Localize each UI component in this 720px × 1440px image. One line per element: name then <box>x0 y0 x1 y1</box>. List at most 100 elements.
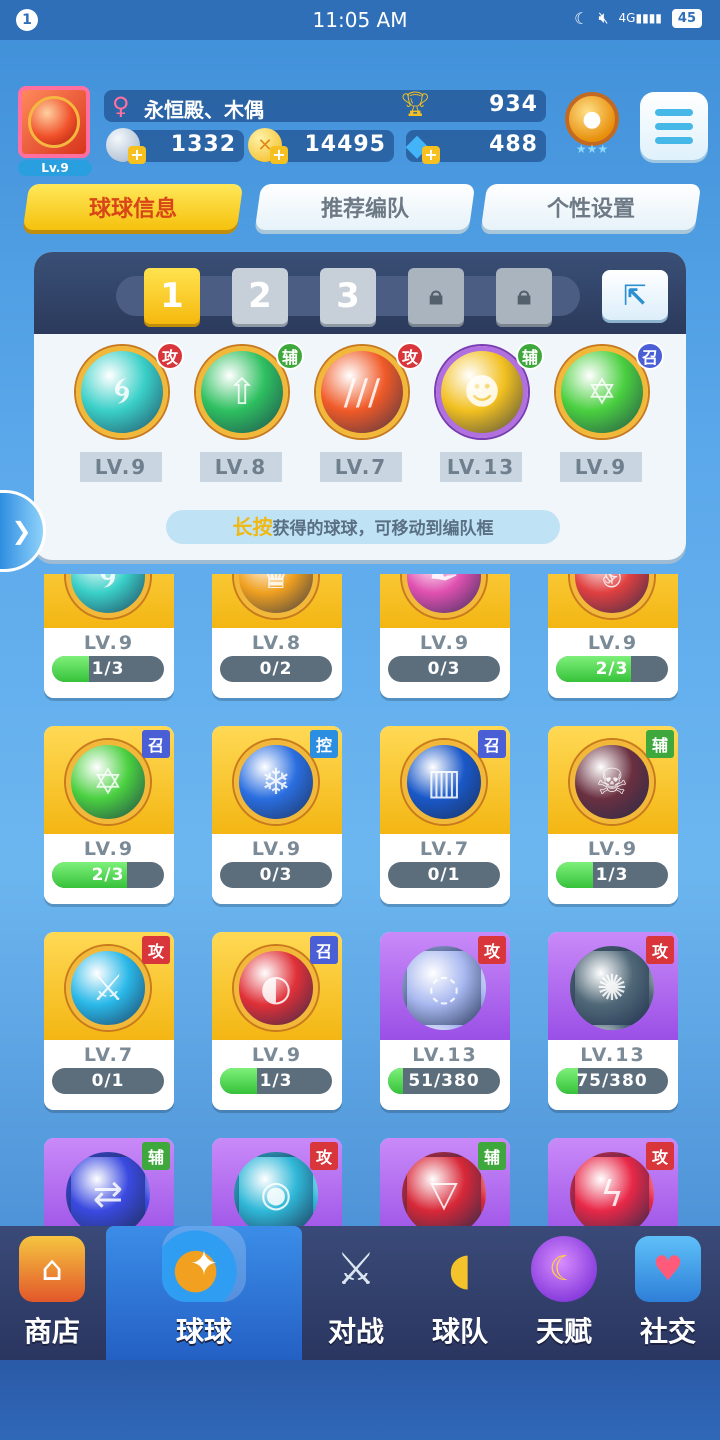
ball-card[interactable]: 🌀︎ LV.9 1/3 <box>44 574 174 698</box>
star-emblem-icon: ✡ <box>556 346 648 438</box>
progress-text: 1/3 <box>595 865 629 885</box>
ball-level: LV.9 <box>419 632 471 654</box>
attack-tag: 攻 <box>646 936 674 964</box>
star-emblem-icon: ✡ <box>66 740 150 824</box>
attack-tag: 攻 <box>156 342 184 370</box>
progress-text: 1/3 <box>259 1071 293 1091</box>
ball-level: LV.8 <box>251 632 303 654</box>
hint-highlight: 长按 <box>232 515 273 539</box>
team-ball-5[interactable]: ✡ 召 LV.9 <box>552 342 664 492</box>
team-slot-3[interactable]: 3 <box>320 268 376 324</box>
ball-card[interactable]: ◐ 召 LV.9 1/3 <box>212 932 342 1110</box>
add-gem-button[interactable]: + <box>422 146 440 164</box>
nav-social[interactable]: ♥ 社交 <box>616 1226 720 1360</box>
tab-label: 球球信息 <box>88 197 177 222</box>
progress-text: 2/3 <box>595 659 629 679</box>
silver-coin-counter[interactable]: + 1332 <box>106 128 244 164</box>
player-avatar[interactable] <box>18 86 90 158</box>
feather-icon: ✒ <box>402 574 486 618</box>
progress-text: 1/3 <box>91 659 125 679</box>
ball-card[interactable]: ♛ LV.8 0/2 <box>212 574 342 698</box>
team-ball-2[interactable]: ⇧ 辅 LV.8 <box>192 342 304 492</box>
ball-card[interactable]: ☠ 辅 LV.9 1/3 <box>548 726 678 904</box>
side-drawer-icon: ❯ <box>11 517 32 545</box>
ball-card[interactable]: ✒ LV.9 0/3 <box>380 574 510 698</box>
rank-medal[interactable]: ● ★★★ <box>560 92 624 162</box>
ball-card[interactable]: ⇄ 辅 <box>44 1138 174 1226</box>
player-name: 永恒殿、木偶 <box>144 98 264 122</box>
progress-text: 0/1 <box>91 1071 125 1091</box>
ball-card[interactable]: ◉ 攻 <box>212 1138 342 1226</box>
ball-card[interactable]: ✺ 攻 LV.13 75/380 <box>548 932 678 1110</box>
upgrade-progress-bar: 1/3 <box>556 862 668 888</box>
attack-tag: 攻 <box>646 1142 674 1170</box>
nav-team[interactable]: ◖ 球队 <box>408 1226 512 1360</box>
tab-recommended-team[interactable]: 推荐编队 <box>254 184 476 230</box>
moon-icon: ☾ <box>574 8 589 28</box>
nav-label: 社交 <box>639 1315 696 1348</box>
progress-text: 51/380 <box>408 1071 480 1091</box>
card-header: ✊︎ <box>548 574 678 628</box>
ball-level: LV.13 <box>440 452 522 482</box>
bottom-navigation: ⌂ 商店 ✦ 球球 ⚔ 对战 ◖ 球队 ☾ 天赋 ♥ 社交 <box>0 1226 720 1360</box>
ball-card[interactable]: ✡ 召 LV.9 2/3 <box>44 726 174 904</box>
nav-label: 对战 <box>327 1315 384 1348</box>
progress-text: 2/3 <box>91 865 125 885</box>
team-ball-1[interactable]: 🌀︎ 攻 LV.9 <box>72 342 184 492</box>
team-ball-3[interactable]: /// 攻 LV.7 <box>312 342 424 492</box>
menu-button[interactable] <box>640 92 708 160</box>
add-silver-button[interactable]: + <box>128 146 146 164</box>
nav-talent[interactable]: ☾ 天赋 <box>512 1226 616 1360</box>
player-header: Lv.9 ♀ 永恒殿、木偶 🏆︎ 934 + 1332 ✕ + 14495 ◆ … <box>0 80 720 180</box>
ball-level: LV.9 <box>83 838 135 860</box>
ball-level: LV.9 <box>83 632 135 654</box>
status-time: 11:05 AM <box>312 8 408 32</box>
card-header: ♛ <box>212 574 342 628</box>
ball-collection-grid: 🌀︎ LV.9 1/3 ♛ LV.8 0/2 ✒ LV.9 0/3 ✊︎ LV.9 2/3 ✡ 召… <box>0 574 720 1226</box>
share-team-button[interactable]: ⇱ <box>602 270 668 320</box>
tab-personal-settings[interactable]: 个性设置 <box>480 184 702 230</box>
ball-level: LV.7 <box>83 1044 135 1066</box>
team-ball-row: 🌀︎ 攻 LV.9 ⇧ 辅 LV.8 /// 攻 LV.7 ☻ 辅 LV.13 … <box>34 342 686 502</box>
upgrade-progress-bar: 1/3 <box>220 1068 332 1094</box>
ball-level: LV.9 <box>251 1044 303 1066</box>
team-slot-locked-4[interactable]: 🔒︎ <box>408 268 464 324</box>
nav-balls[interactable]: ✦ 球球 <box>106 1226 302 1360</box>
ball-card[interactable]: ✊︎ LV.9 2/3 <box>548 574 678 698</box>
summon-tag: 召 <box>310 936 338 964</box>
tab-ball-info[interactable]: 球球信息 <box>22 184 244 230</box>
team-slot-header: 1 2 3 🔒︎ 🔒︎ ⇱ <box>34 252 686 334</box>
add-gold-button[interactable]: + <box>270 146 288 164</box>
tornado-icon: 🌀︎ <box>76 346 168 438</box>
ball-card[interactable]: ▥ 召 LV.7 0/1 <box>380 726 510 904</box>
sword-icon: ⚔ <box>66 946 150 1030</box>
ball-card[interactable]: ◌ 攻 LV.13 51/380 <box>380 932 510 1110</box>
ball-level: LV.9 <box>80 452 162 482</box>
upgrade-progress-bar: 0/2 <box>220 656 332 682</box>
gem-counter[interactable]: ◆ + 488 <box>405 128 546 164</box>
ball-card[interactable]: ⚔ 攻 LV.7 0/1 <box>44 932 174 1110</box>
chat-heart-icon: ♥ <box>635 1236 701 1302</box>
attack-tag: 攻 <box>310 1142 338 1170</box>
mute-icon: 🔇︎ <box>598 8 609 27</box>
upgrade-progress-bar: 2/3 <box>52 862 164 888</box>
team-slot-2[interactable]: 2 <box>232 268 288 324</box>
player-level-badge: Lv.9 <box>18 160 92 176</box>
nav-label: 球队 <box>431 1315 488 1348</box>
team-ball-4[interactable]: ☻ 辅 LV.13 <box>432 342 544 492</box>
nav-battle[interactable]: ⚔ 对战 <box>304 1226 408 1360</box>
whistle-icon: ◖ <box>448 1243 472 1295</box>
gold-coin-counter[interactable]: ✕ + 14495 <box>248 128 394 164</box>
status-bar: 1 11:05 AM ☾ 🔇︎ 4G▮▮▮▮ 45 <box>0 0 720 40</box>
network-type: 4G <box>618 11 636 25</box>
slot-label: 1 <box>160 276 184 316</box>
ball-card[interactable]: ϟ攻 <box>548 1138 678 1226</box>
ball-card[interactable]: ▽ 辅 <box>380 1138 510 1226</box>
attack-tag: 攻 <box>396 342 424 370</box>
nav-shop[interactable]: ⌂ 商店 <box>0 1226 104 1360</box>
ball-level: LV.7 <box>419 838 471 860</box>
attack-tag: 攻 <box>142 936 170 964</box>
team-slot-1[interactable]: 1 <box>144 268 200 324</box>
team-slot-locked-5[interactable]: 🔒︎ <box>496 268 552 324</box>
ball-card[interactable]: ❄ 控 LV.9 0/3 <box>212 726 342 904</box>
